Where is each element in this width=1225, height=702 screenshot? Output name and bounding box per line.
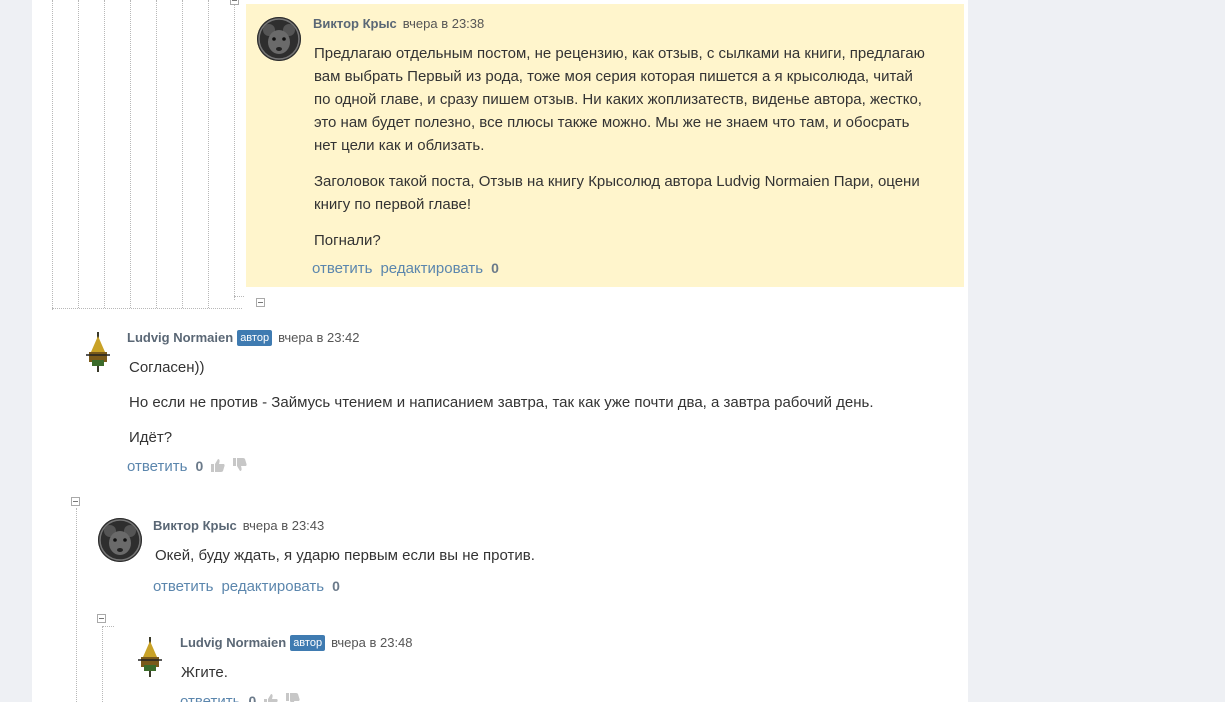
comment-line: Заголовок такой поста, Отзыв на книгу Кр… bbox=[314, 173, 920, 190]
comment-line: Жгите. bbox=[181, 664, 228, 681]
thread-line bbox=[234, 0, 235, 300]
comment-line: это нам будет полезно, все плюсы также м… bbox=[314, 114, 910, 131]
thread-line bbox=[76, 508, 77, 702]
rating-value: 0 bbox=[195, 458, 204, 474]
rating-value: 0 bbox=[332, 578, 340, 594]
rat-avatar[interactable] bbox=[257, 17, 301, 61]
author-badge: автор bbox=[237, 330, 273, 346]
author-badge: автор bbox=[290, 635, 326, 651]
reply-link[interactable]: ответить bbox=[180, 693, 240, 702]
comments-page: Виктор Крыс вчера в 23:38 Предлагаю отдел… bbox=[32, 0, 968, 702]
reply-link[interactable]: ответить bbox=[153, 578, 213, 595]
comment: Виктор Крыс вчера в 23:43 Окей, буду ждат… bbox=[98, 506, 958, 601]
collapse-icon[interactable] bbox=[97, 614, 106, 623]
comment-time: вчера в 23:43 bbox=[242, 518, 325, 533]
comment-highlighted: Виктор Крыс вчера в 23:38 Предлагаю отдел… bbox=[246, 4, 964, 287]
thread-line bbox=[182, 0, 183, 308]
comment-time: вчера в 23:42 bbox=[278, 330, 360, 345]
rat-avatar[interactable] bbox=[98, 518, 142, 562]
thread-line bbox=[234, 296, 244, 297]
collapse-icon[interactable] bbox=[71, 497, 80, 506]
comment-line: Погнали? bbox=[314, 232, 381, 249]
thread-line bbox=[52, 0, 53, 310]
thread-line bbox=[104, 0, 105, 308]
comment-meta: Виктор Крыс вчера в 23:43 bbox=[153, 518, 324, 533]
comment-line: Идёт? bbox=[129, 429, 173, 446]
comment-actions: ответить 0 bbox=[180, 693, 300, 702]
comment-actions: ответить редактировать 0 bbox=[153, 578, 340, 595]
collapse-icon[interactable] bbox=[230, 0, 239, 5]
sword-avatar[interactable] bbox=[128, 635, 172, 679]
comment: Ludvig Normaien автор вчера в 23:42 Соглас… bbox=[72, 318, 952, 488]
thread-line bbox=[130, 0, 131, 308]
thumbs-down-icon[interactable] bbox=[286, 693, 300, 702]
thread-line bbox=[102, 626, 103, 702]
comment-time: вчера в 23:48 bbox=[331, 635, 413, 650]
comment-actions: ответить редактировать 0 bbox=[312, 260, 499, 277]
edit-link[interactable]: редактировать bbox=[221, 578, 324, 595]
comment-line: по одной главе, и сразу пишем отзыв. Ни … bbox=[314, 91, 922, 108]
comment-meta: Ludvig Normaien автор вчера в 23:48 bbox=[180, 635, 413, 651]
thumbs-up-icon[interactable] bbox=[264, 693, 278, 702]
author-name[interactable]: Виктор Крыс bbox=[313, 16, 397, 31]
collapse-icon[interactable] bbox=[256, 298, 265, 307]
comment-meta: Виктор Крыс вчера в 23:38 bbox=[313, 16, 484, 31]
rating-value: 0 bbox=[248, 693, 257, 702]
reply-link[interactable]: ответить bbox=[127, 458, 187, 475]
comment-meta: Ludvig Normaien автор вчера в 23:42 bbox=[127, 330, 360, 346]
thumbs-up-icon[interactable] bbox=[211, 458, 225, 476]
comment-line: нет цели как и облизать. bbox=[314, 137, 485, 154]
thread-line bbox=[208, 0, 209, 308]
edit-link[interactable]: редактировать bbox=[380, 260, 483, 277]
author-name[interactable]: Ludvig Normaien bbox=[127, 330, 233, 345]
comment-line: Окей, буду ждать, я ударю первым если вы… bbox=[155, 547, 535, 564]
comment-line: Согласен)) bbox=[129, 359, 205, 376]
comment-line: Но если не против - Займусь чтением и на… bbox=[129, 394, 874, 411]
comment-line: книгу по первой главе! bbox=[314, 196, 472, 213]
thumbs-down-icon[interactable] bbox=[233, 458, 247, 476]
sword-avatar[interactable] bbox=[76, 330, 120, 374]
thread-line bbox=[78, 0, 79, 308]
comment-time: вчера в 23:38 bbox=[402, 16, 485, 31]
comment: Ludvig Normaien автор вчера в 23:48 Жгите.… bbox=[124, 623, 954, 702]
reply-link[interactable]: ответить bbox=[312, 260, 372, 277]
rating-value: 0 bbox=[491, 260, 499, 276]
thread-line bbox=[156, 0, 157, 308]
author-name[interactable]: Виктор Крыс bbox=[153, 518, 237, 533]
comment-actions: ответить 0 bbox=[127, 458, 247, 476]
thread-line bbox=[52, 308, 242, 309]
thread-line bbox=[102, 626, 114, 627]
author-name[interactable]: Ludvig Normaien bbox=[180, 635, 286, 650]
comment-line: вам выбрать Первый из рода, тоже моя сер… bbox=[314, 68, 913, 85]
comment-line: Предлагаю отдельным постом, не рецензию,… bbox=[314, 45, 925, 62]
